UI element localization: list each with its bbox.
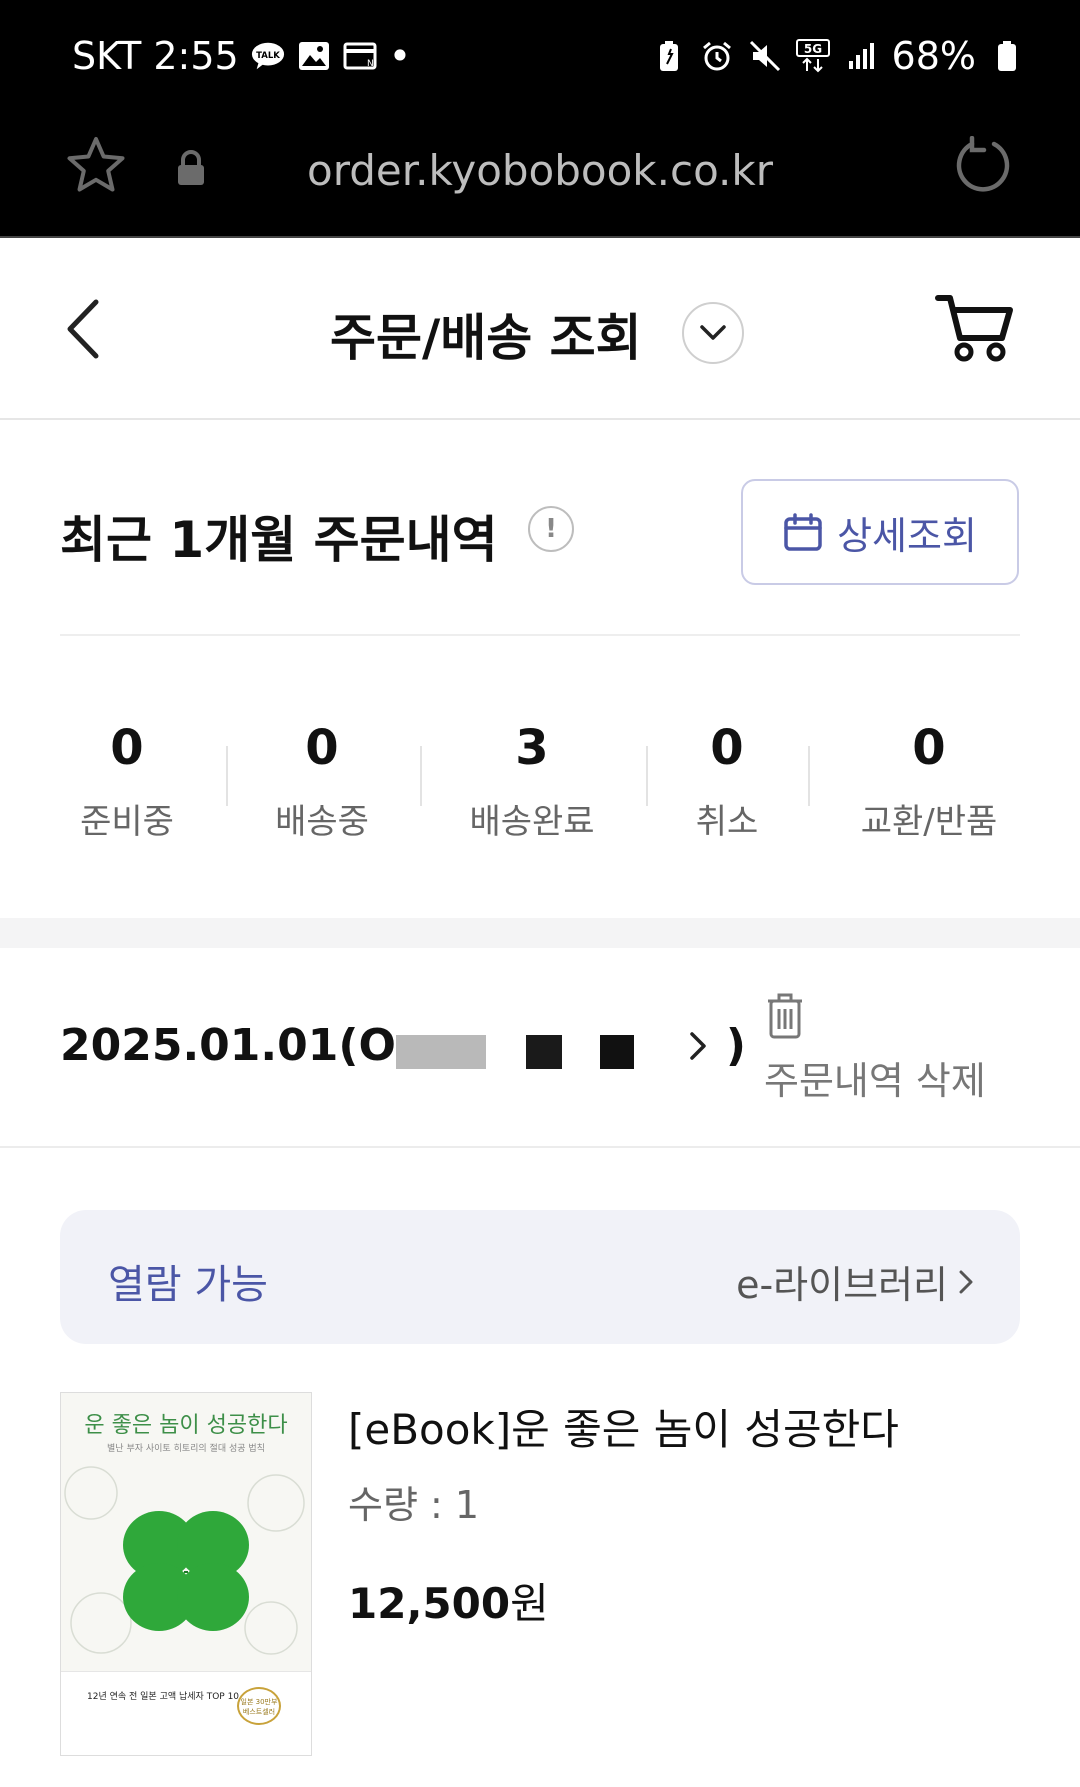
wallet-icon: N (343, 39, 377, 73)
stat-count: 0 (710, 720, 744, 776)
detail-search-label: 상세조회 (837, 513, 977, 558)
stat-exchange-return[interactable]: 0 교환/반품 (839, 720, 1019, 843)
stat-label: 교환/반품 (860, 802, 998, 842)
order-date-link[interactable]: 2025.01.01(O) (60, 1020, 746, 1071)
recent-orders-title: 최근 1개월 주문내역 (60, 511, 498, 569)
e-library-label: e-라이브러리 (736, 1263, 948, 1307)
status-right: 5G 68% (652, 34, 1024, 78)
four-leaf-clover-icon (64, 1466, 305, 1655)
e-library-link[interactable]: e-라이브러리 (736, 1254, 974, 1309)
availability-status: 열람 가능 (108, 1262, 268, 1308)
section-gap (0, 918, 1080, 948)
chevron-down-icon (700, 325, 726, 340)
book-cover-image[interactable]: 운 좋은 놈이 성공한다 별난 부자 사이토 히토리의 절대 성공 법칙 12년… (60, 1392, 312, 1756)
status-bar: SKT 2:55 TALK N • 5G 68% (0, 0, 1080, 118)
lock-icon[interactable] (176, 150, 206, 190)
stat-separator (226, 746, 228, 806)
stat-count: 0 (110, 720, 144, 776)
page-title: 주문/배송 조회 (330, 309, 642, 367)
svg-text:5G: 5G (803, 42, 821, 56)
cover-seal: 일본 30만부 베스트셀러 (237, 1687, 281, 1725)
battery-percent: 68% (891, 34, 976, 78)
stat-count: 0 (305, 720, 339, 776)
stat-cancelled[interactable]: 0 취소 (637, 720, 817, 843)
battery-icon (990, 39, 1024, 73)
stat-label: 배송완료 (469, 802, 595, 842)
carrier-time: SKT 2:55 (72, 34, 239, 78)
chevron-right-icon[interactable] (688, 1030, 708, 1066)
detail-search-button[interactable]: 상세조회 (741, 479, 1019, 585)
stat-label: 배송중 (275, 802, 369, 842)
notification-dot: • (388, 34, 412, 78)
redacted-order-number (395, 1025, 726, 1071)
svg-text:N: N (367, 59, 374, 69)
info-icon[interactable]: ! (528, 506, 574, 552)
stat-delivered[interactable]: 3 배송완료 (442, 720, 622, 843)
stat-count: 0 (912, 720, 946, 776)
section-divider (60, 634, 1020, 636)
browser-url-bar: order.kyobobook.co.kr (0, 118, 1080, 236)
product-title[interactable]: [eBook]운 좋은 놈이 성공한다 (348, 1396, 899, 1457)
back-arrow-icon[interactable] (62, 298, 102, 364)
order-date-close: ) (725, 1020, 746, 1071)
product-price: 12,500원 (348, 1570, 549, 1631)
stat-preparing[interactable]: 0 준비중 (37, 720, 217, 843)
price-unit: 원 (510, 1579, 549, 1628)
reload-icon[interactable] (954, 135, 1012, 198)
order-date: 2025.01.01(O (60, 1020, 396, 1071)
signal-icon (844, 39, 878, 73)
stat-count: 3 (515, 720, 549, 776)
chevron-right-icon (959, 1270, 973, 1293)
cover-band-text: 12년 연속 전 일본 고액 납세자 TOP 10 (87, 1692, 240, 1702)
title-dropdown-button[interactable] (682, 302, 744, 364)
price-number: 12,500 (348, 1579, 511, 1628)
availability-panel: 열람 가능 e-라이브러리 (60, 1210, 1020, 1344)
trash-icon[interactable] (764, 992, 806, 1044)
stat-label: 취소 (695, 802, 759, 842)
header-divider (0, 418, 1080, 420)
delete-order-button[interactable]: 주문내역 삭제 (764, 1050, 986, 1105)
calendar-icon (784, 513, 822, 551)
stat-separator (808, 746, 810, 806)
stat-label: 준비중 (80, 802, 174, 842)
alarm-icon (700, 39, 734, 73)
network-5g-icon: 5G (795, 39, 830, 73)
gallery-icon (297, 39, 331, 73)
mute-icon (748, 39, 782, 73)
product-quantity: 수량 : 1 (348, 1483, 480, 1527)
bookmark-star-icon[interactable] (66, 136, 126, 198)
svg-text:TALK: TALK (256, 51, 280, 61)
status-left: SKT 2:55 TALK N • (72, 34, 411, 78)
talk-icon: TALK (251, 39, 285, 73)
cart-icon[interactable] (934, 292, 1014, 368)
stat-shipping[interactable]: 0 배송중 (232, 720, 412, 843)
battery-saver-icon (652, 39, 686, 73)
order-divider (0, 1146, 1080, 1148)
stat-separator (420, 746, 422, 806)
cover-title: 운 좋은 놈이 성공한다 (84, 1413, 288, 1438)
url-text[interactable]: order.kyobobook.co.kr (0, 146, 1080, 195)
